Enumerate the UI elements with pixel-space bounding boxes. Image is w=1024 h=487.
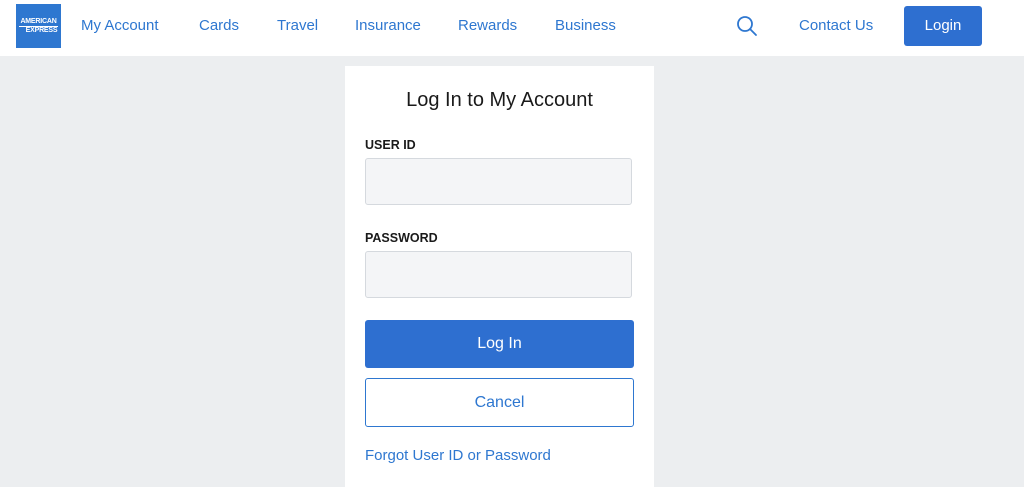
password-field[interactable]: [365, 251, 632, 298]
nav-business[interactable]: Business: [555, 15, 616, 37]
nav-my-account[interactable]: My Account: [81, 15, 159, 37]
nav-contact-us[interactable]: Contact Us: [799, 15, 873, 37]
user-id-field[interactable]: [365, 158, 632, 205]
nav-travel[interactable]: Travel: [277, 15, 318, 37]
amex-logo[interactable]: AMERICAN EXPRESS: [16, 4, 61, 48]
log-in-button[interactable]: Log In: [365, 320, 634, 368]
logo-text-line1: AMERICAN: [19, 17, 58, 27]
logo-text-line2: EXPRESS: [25, 26, 58, 34]
login-title: Log In to My Account: [406, 89, 593, 111]
cancel-button[interactable]: Cancel: [365, 378, 634, 427]
search-icon[interactable]: [736, 15, 758, 37]
user-id-label: USER ID: [365, 138, 416, 152]
forgot-credentials-link[interactable]: Forgot User ID or Password: [365, 446, 551, 466]
top-navigation-bar: AMERICAN EXPRESS My Account Cards Travel…: [0, 0, 1024, 56]
nav-cards[interactable]: Cards: [199, 15, 239, 37]
nav-insurance[interactable]: Insurance: [355, 15, 421, 37]
nav-rewards[interactable]: Rewards: [458, 15, 517, 37]
password-label: PASSWORD: [365, 231, 438, 245]
header-login-button[interactable]: Login: [904, 6, 982, 46]
